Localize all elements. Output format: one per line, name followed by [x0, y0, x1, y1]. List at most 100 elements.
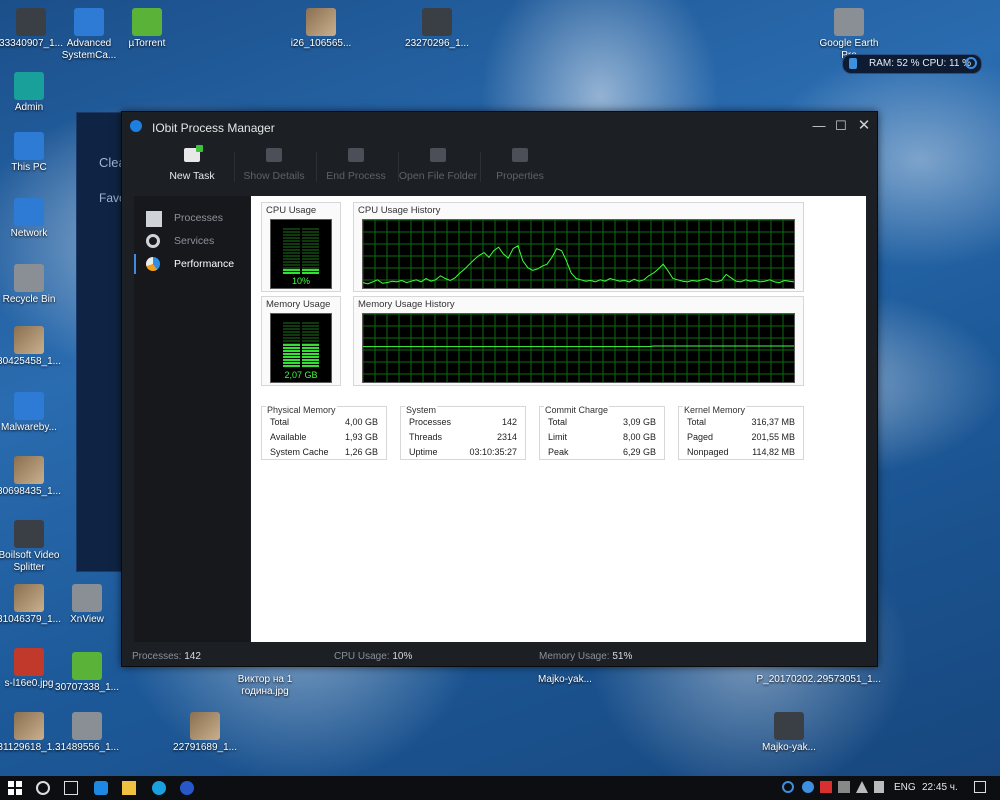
desktop-icon[interactable]: 29573051_1... [812, 666, 886, 686]
desktop-icon[interactable]: Malwareby... [0, 392, 66, 434]
iobit-tray-icon[interactable] [782, 781, 794, 793]
sidebar-item-performance[interactable]: Performance [134, 254, 250, 274]
properties-button[interactable]: Properties [478, 148, 562, 182]
toolbar: New Task Show Details End Process Open F… [122, 142, 877, 192]
people-icon[interactable] [760, 781, 772, 795]
desktop-icon[interactable]: 30698435_1... [0, 456, 66, 498]
new-task-button[interactable]: New Task [150, 145, 234, 182]
search-icon[interactable] [36, 781, 50, 795]
stat-row: Available 1,93 GB [270, 432, 378, 446]
stat-key: Uptime [409, 447, 438, 457]
sidebar-item-services[interactable]: Services [134, 231, 250, 251]
physical-memory-title: Physical Memory [266, 405, 337, 415]
desktop-icon[interactable]: µTorrent [110, 8, 184, 50]
desktop-icon[interactable]: 23270296_1... [400, 8, 474, 50]
memory-meter-fill [301, 344, 319, 368]
stat-key: Available [270, 432, 307, 442]
desktop-icon[interactable]: 31489556_1... [50, 712, 124, 754]
desktop-icon[interactable]: This PC [0, 132, 66, 174]
stat-value: 03:10:35:27 [469, 447, 517, 457]
open-file-folder-label: Open File Folder [398, 170, 478, 182]
desktop-icon[interactable]: Boilsoft Video Splitter [0, 520, 66, 574]
memory-meter-bars [283, 322, 319, 368]
edge-icon[interactable] [94, 781, 108, 795]
title-bar[interactable]: IObit Process Manager — ☐ ✕ [122, 112, 877, 140]
desktop-icon[interactable]: XnView [50, 584, 124, 626]
desktop-icon[interactable]: Admin [0, 72, 66, 114]
image-icon [14, 456, 44, 484]
desktop-icon[interactable]: 30425458_1... [0, 326, 66, 368]
optimize-icon[interactable] [965, 57, 977, 69]
network-tray-icon[interactable] [856, 781, 868, 793]
stat-row: Limit 8,00 GB [548, 432, 656, 446]
advanced-systemcare-icon[interactable] [152, 781, 166, 795]
properties-icon [512, 148, 528, 162]
language-indicator[interactable]: ENG [894, 782, 916, 793]
ram-cpu-text: RAM: 52 % CPU: 11 % [869, 58, 972, 69]
stat-key: Peak [548, 447, 569, 457]
status-label: Memory Usage: [539, 651, 610, 662]
image-icon [774, 712, 804, 740]
desktop-icon[interactable]: 30707338_1... [50, 652, 124, 694]
desktop-icon[interactable]: i26_106565... [284, 8, 358, 50]
desktop-icon[interactable]: 22791689_1... [168, 712, 242, 754]
stat-row: Total 3,09 GB [548, 417, 656, 431]
desktop-icon[interactable]: Виктор на 1 година.jpg [228, 666, 302, 698]
show-details-button[interactable]: Show Details [232, 148, 316, 182]
commit-charge-title: Commit Charge [544, 405, 610, 415]
stat-value: 1,26 GB [344, 447, 378, 457]
stat-key: Processes [409, 417, 452, 427]
stat-row: Peak 6,29 GB [548, 447, 656, 461]
status-value: 51% [612, 651, 633, 662]
stat-key: Limit [548, 432, 568, 442]
image-icon [190, 712, 220, 740]
file-explorer-icon[interactable] [122, 781, 136, 795]
desktop-icon[interactable]: Majko-yak... [528, 666, 602, 686]
maximize-button[interactable]: ☐ [832, 117, 850, 135]
clock[interactable]: 22:45 ч. [922, 782, 958, 793]
recycle-bin-icon [14, 264, 44, 292]
stat-row: Processes 142 [409, 417, 517, 431]
start-button[interactable] [8, 781, 22, 795]
stat-value: 6,29 GB [622, 447, 656, 457]
desktop-icon[interactable]: Network [0, 198, 66, 240]
stat-value: 4,00 GB [344, 417, 378, 427]
desktop-icon-label: 22791689_1... [173, 742, 237, 753]
stat-row: Uptime 03:10:35:27 [409, 447, 517, 461]
close-button[interactable]: ✕ [855, 117, 873, 135]
notifications-icon[interactable] [974, 781, 986, 793]
desktop-icon-label: 30698435_1... [0, 486, 61, 497]
sidebar-item-processes[interactable]: Processes [134, 208, 250, 228]
status-value: 142 [184, 651, 201, 662]
image-icon [72, 652, 102, 680]
task-view-icon[interactable] [64, 781, 78, 795]
desktop-icon[interactable]: Recycle Bin [0, 264, 66, 306]
stat-value: 201,55 MB [751, 432, 795, 442]
process-manager-taskbar-icon[interactable] [180, 781, 194, 795]
end-process-button[interactable]: End Process [314, 148, 398, 182]
physical-memory-box: Physical Memory Total 4,00 GB Available 1,… [261, 405, 387, 461]
status-bar: Processes: 142 CPU Usage: 10% Memory Usa… [122, 648, 877, 666]
process-manager-window: IObit Process Manager — ☐ ✕ New Task Sho… [121, 111, 878, 667]
tray-app-icon[interactable] [838, 781, 850, 793]
memory-usage-panel: Memory Usage 2,07 GB [261, 296, 341, 386]
open-file-folder-button[interactable]: Open File Folder [396, 148, 480, 182]
window-title: IObit Process Manager [152, 121, 275, 135]
stat-value: 1,93 GB [344, 432, 378, 442]
desktop-icon[interactable]: Majko-yak... [752, 712, 826, 754]
iobit-logo-icon [130, 120, 142, 132]
minimize-button[interactable]: — [810, 117, 828, 135]
stat-key: Total [687, 417, 707, 427]
status-label: CPU Usage: [334, 651, 390, 662]
tray-app-icon[interactable] [802, 781, 814, 793]
performance-panel: CPU Usage 10% CPU Usage History Memory U… [251, 196, 866, 642]
status-label: Processes: [132, 651, 182, 662]
antivirus-icon[interactable] [820, 781, 832, 793]
ram-cpu-widget[interactable]: RAM: 52 % CPU: 11 % [842, 54, 982, 74]
desktop-icon-label: s-l16e0.jpg [4, 678, 54, 689]
volume-icon[interactable] [874, 781, 884, 793]
cpu-meter-bars [283, 228, 319, 274]
memory-history-title: Memory Usage History [358, 299, 455, 310]
lock-icon [849, 58, 857, 69]
stat-row: System Cache 1,26 GB [270, 447, 378, 461]
